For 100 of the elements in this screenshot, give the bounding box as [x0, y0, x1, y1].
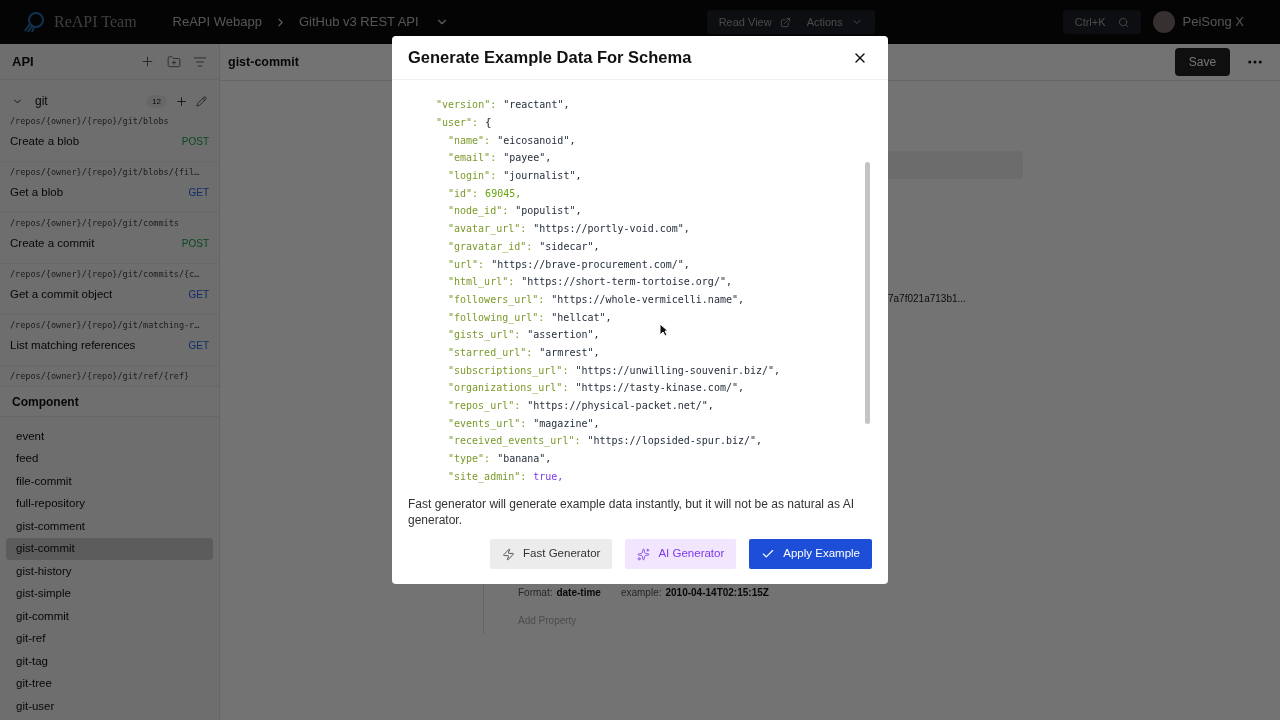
page-title: gist-commit — [228, 53, 299, 71]
read-view-button[interactable]: Read View — [718, 13, 772, 31]
endpoint-item[interactable]: /repos/{owner}/{repo}/git/commits Create a commit POST — [0, 213, 219, 264]
code-value: "sidecar", — [539, 239, 600, 254]
component-item[interactable]: file-commit — [6, 470, 213, 493]
count-badge: 12 — [146, 94, 167, 108]
endpoint-path: /repos/{owner}/{repo}/git/commits/{c… — [10, 268, 201, 281]
component-item[interactable]: gist-history — [6, 560, 213, 583]
sparkle-icon — [637, 547, 651, 561]
component-item[interactable]: git-tree — [6, 672, 213, 695]
component-item[interactable]: full-repository — [6, 492, 213, 515]
code-key: "repos_url": — [448, 398, 521, 414]
code-key: "version": — [436, 97, 497, 113]
component-item[interactable]: git-commit — [6, 605, 213, 628]
code-value: { — [485, 116, 492, 131]
code-value: "magazine", — [533, 416, 600, 431]
code-key: "id": — [448, 185, 479, 201]
add-icon[interactable] — [175, 94, 188, 108]
code-value: "https://short-term-tortoise.org/", — [521, 275, 732, 290]
code-key: "avatar_url": — [448, 221, 527, 237]
code-key: "type": — [448, 451, 491, 467]
example-label: example: — [620, 586, 662, 600]
folder-row[interactable]: git 12 — [0, 91, 219, 111]
endpoint-path: /repos/{owner}/{repo}/git/commits — [10, 217, 180, 230]
endpoint-item[interactable]: /repos/{owner}/{repo}/git/blobs/{fil… Get a blob GET — [0, 162, 219, 213]
sidebar-title: API — [12, 52, 34, 71]
method-label: GET — [188, 338, 209, 353]
code-value: "https://unwilling-souvenir.biz/", — [575, 363, 781, 378]
method-label: POST — [181, 236, 209, 251]
code-key: "user": — [436, 115, 479, 131]
shortcut-label: Ctrl+K — [1074, 14, 1106, 30]
modal-title: Generate Example Data For Schema — [408, 47, 692, 69]
user-name[interactable]: PeiSong X — [1182, 12, 1244, 32]
component-item[interactable]: gist-commit — [6, 537, 213, 560]
endpoint-name: Create a commit — [10, 235, 95, 251]
endpoint-item[interactable]: /repos/{owner}/{repo}/git/blobs Create a blob POST — [0, 111, 219, 162]
filter-icon[interactable] — [193, 54, 207, 69]
component-item[interactable]: git-tag — [6, 650, 213, 673]
code-value: "https://whole-vermicelli.name", — [551, 292, 744, 307]
code-key: "html_url": — [448, 274, 515, 290]
code-value: "https://brave-procurement.com/", — [491, 257, 690, 272]
avatar[interactable] — [1152, 11, 1175, 33]
generator-note: Fast generator will generate example data instantly, but it will not be as natural as AI generator. — [407, 496, 856, 528]
endpoint-path: /repos/{owner}/{repo}/git/matching-r… — [10, 319, 201, 332]
code-value: "banana", — [497, 452, 552, 467]
pencil-icon[interactable] — [196, 95, 207, 107]
endpoint-name: Create a blob — [10, 133, 80, 149]
code-value: "https://physical-packet.net/", — [527, 399, 714, 414]
actions-menu-button[interactable]: Actions — [806, 13, 843, 31]
breadcrumb-link[interactable]: ReAPI Webapp — [172, 12, 262, 32]
code-value: true, — [533, 469, 564, 484]
generator-button[interactable]: AI Generator — [625, 539, 737, 569]
code-value: "reactant", — [503, 98, 570, 113]
code-key: "email": — [448, 150, 497, 166]
endpoint-item[interactable]: /repos/{owner}/{repo}/git/commits/{c… Get a commit object GET — [0, 264, 219, 315]
endpoint-name: Get a commit object — [10, 286, 113, 302]
code-key: "starred_url": — [448, 344, 533, 360]
method-label: GET — [188, 287, 209, 302]
cursor-icon — [659, 323, 669, 337]
endpoint-path: /repos/{owner}/{repo}/git/blobs/{fil… — [10, 166, 201, 179]
code-key: "subscriptions_url": — [448, 362, 569, 378]
component-item[interactable]: gist-comment — [6, 515, 213, 538]
example-value: 2010-04-14T02:15:15Z — [665, 586, 769, 600]
code-value: 69045, — [485, 186, 522, 201]
code-key: "login": — [448, 168, 497, 184]
add-icon[interactable] — [140, 54, 155, 69]
search-button[interactable]: Ctrl+K — [1062, 10, 1141, 34]
folder-plus-icon[interactable] — [167, 54, 181, 69]
code-key: "received_events_url": — [448, 433, 581, 449]
endpoint-path: /repos/{owner}/{repo}/git/ref/{ref} — [9, 370, 191, 383]
component-item[interactable]: git-user — [6, 695, 213, 718]
hash-text: 7a7f021a713b1... — [888, 293, 966, 304]
code-value: "populist", — [515, 204, 582, 219]
external-link-icon — [779, 16, 791, 28]
code-key: "organizations_url": — [448, 380, 569, 396]
apply-button[interactable]: Apply Example — [749, 539, 872, 569]
code-value: "journalist", — [503, 169, 582, 184]
lightning-icon — [502, 547, 516, 561]
code-key: "gravatar_id": — [448, 238, 533, 254]
code-value: "payee", — [503, 151, 552, 166]
component-item[interactable]: event — [6, 425, 213, 448]
endpoint-item[interactable]: /repos/{owner}/{repo}/git/matching-r… List matching references GET — [0, 315, 219, 366]
code-key: "name": — [448, 132, 491, 148]
format-label: Format: — [518, 586, 553, 600]
code-value: "assertion", — [527, 328, 600, 343]
component-item[interactable]: gist-simple — [6, 582, 213, 605]
generator-button[interactable]: Fast Generator — [490, 539, 613, 569]
code-value: "https://tasty-kinase.com/", — [575, 381, 744, 396]
endpoint-path: /repos/{owner}/{repo}/git/blobs — [10, 115, 170, 128]
save-button[interactable]: Save — [1175, 48, 1230, 76]
code-key: "url": — [448, 256, 485, 272]
code-value: "https://portly-void.com", — [533, 222, 690, 237]
component-item[interactable]: git-ref — [6, 627, 213, 650]
code-key: "following_url": — [448, 309, 545, 325]
code-key: "events_url": — [448, 415, 527, 431]
component-item[interactable]: feed — [6, 447, 213, 470]
code-key: "site_admin": — [448, 468, 527, 484]
breadcrumb-link[interactable]: GitHub v3 REST API — [298, 12, 419, 32]
team-name: ReAPI Team — [54, 12, 137, 32]
endpoint-name: Get a blob — [10, 184, 64, 200]
